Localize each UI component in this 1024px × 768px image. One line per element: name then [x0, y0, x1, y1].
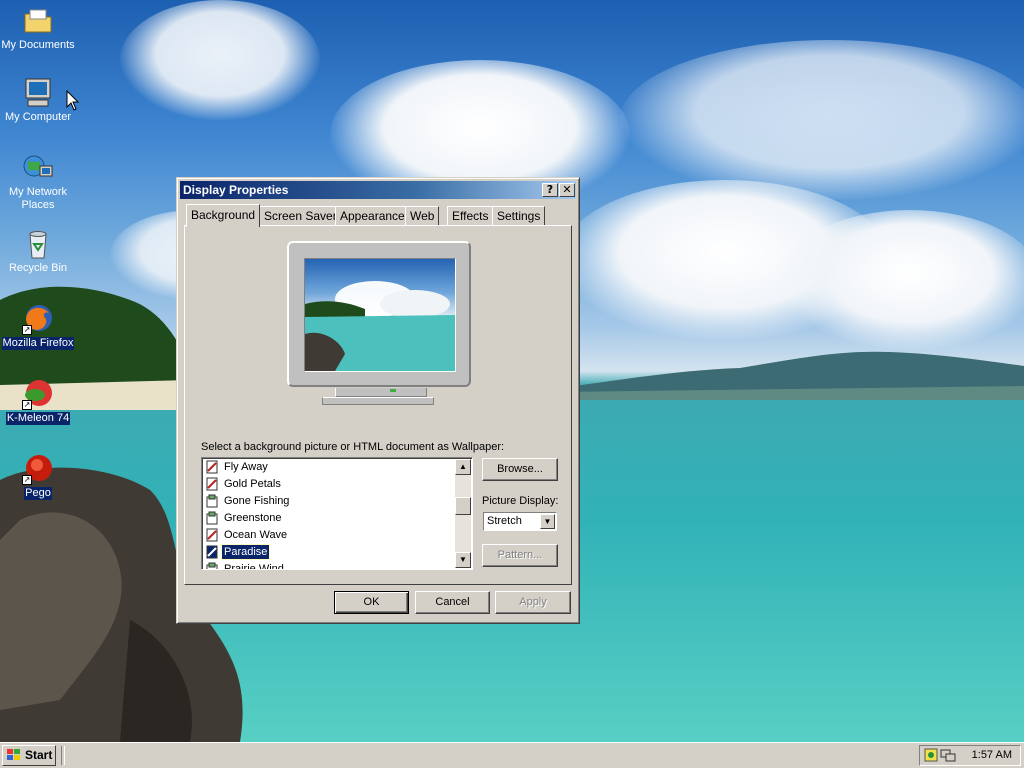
distant-hills — [560, 351, 1024, 400]
taskbar: Start 1:57 AM — [0, 742, 1024, 768]
desktop-icon-label: My Network Places — [8, 186, 68, 211]
desktop-icon-my-computer[interactable]: My Computer — [0, 77, 76, 124]
list-item[interactable]: Gone Fishing — [205, 493, 291, 510]
desktop-icon-my-network-places[interactable]: My Network Places — [0, 152, 76, 212]
shortcut-arrow-icon: ↗ — [22, 475, 32, 485]
list-item[interactable]: Greenstone — [205, 510, 283, 527]
cloud-shape — [620, 40, 1024, 200]
cloud-shape — [780, 210, 1024, 350]
desktop-icon-label: K-Meleon 74 — [5, 412, 71, 425]
wallpaper-prompt-label: Select a background picture or HTML docu… — [201, 441, 505, 453]
system-tray: 1:57 AM — [919, 745, 1021, 766]
tab-appearance[interactable]: Appearance — [335, 206, 410, 225]
windows-logo-icon — [7, 749, 20, 760]
html-document-icon — [205, 528, 219, 542]
cloud-shape — [120, 0, 320, 120]
list-item[interactable]: Prairie Wind — [205, 561, 286, 569]
folder-documents-icon — [22, 5, 54, 37]
start-label: Start — [25, 748, 53, 762]
pattern-button[interactable]: Pattern... — [482, 544, 558, 567]
desktop-icon-label: Mozilla Firefox — [1, 337, 75, 350]
k-meleon-icon: ↗ — [22, 378, 54, 410]
desktop-icon-label: My Documents — [1, 39, 75, 51]
clock: 1:57 AM — [971, 749, 1012, 761]
scroll-up-arrow-icon[interactable]: ▲ — [455, 459, 471, 475]
desktop-icon-recycle-bin[interactable]: Recycle Bin — [0, 228, 76, 275]
desktop-icon-pego[interactable]: ↗ Pego — [0, 453, 76, 500]
tab-web[interactable]: Web — [405, 206, 440, 225]
desktop-icon-mozilla-firefox[interactable]: ↗ Mozilla Firefox — [0, 303, 76, 350]
monitor-stand-base — [322, 397, 434, 405]
recycle-bin-icon — [22, 228, 54, 260]
mouse-cursor-icon — [66, 90, 80, 111]
scroll-down-arrow-icon[interactable]: ▼ — [455, 552, 471, 568]
paint-picture-icon — [205, 562, 219, 569]
tray-app-icon[interactable] — [924, 748, 938, 762]
desktop-icon-k-meleon[interactable]: ↗ K-Meleon 74 — [0, 378, 76, 425]
tab-settings[interactable]: Settings — [492, 206, 546, 225]
html-document-icon — [205, 477, 219, 491]
picture-display-value: Stretch — [487, 515, 522, 527]
chevron-down-icon[interactable]: ▼ — [540, 514, 555, 529]
desktop-icon-label: My Computer — [4, 111, 72, 123]
desktop-icon-my-documents[interactable]: My Documents — [0, 5, 76, 52]
apply-button[interactable]: Apply — [495, 591, 571, 614]
start-button[interactable]: Start — [2, 745, 56, 766]
help-button[interactable]: ? — [542, 183, 558, 197]
scroll-thumb[interactable] — [455, 497, 471, 515]
tab-screen-saver[interactable]: Screen Saver — [259, 206, 342, 225]
power-led — [390, 389, 396, 392]
shortcut-arrow-icon: ↗ — [22, 400, 32, 410]
paint-picture-icon — [205, 511, 219, 525]
shortcut-arrow-icon: ↗ — [22, 325, 32, 335]
vertical-scrollbar[interactable]: ▲ ▼ — [455, 459, 471, 568]
desktop-icon-label: Pego — [24, 487, 52, 500]
tab-background[interactable]: Background — [186, 204, 261, 227]
picture-display-select[interactable]: Stretch ▼ — [483, 512, 557, 531]
html-document-icon — [205, 545, 219, 559]
monitor-preview — [287, 241, 471, 387]
cancel-button[interactable]: Cancel — [415, 591, 490, 614]
paint-picture-icon — [205, 494, 219, 508]
close-button[interactable]: ✕ — [559, 183, 575, 197]
ok-button[interactable]: OK — [334, 591, 409, 614]
firefox-icon: ↗ — [22, 303, 54, 335]
list-item-selected[interactable]: Paradise — [205, 544, 271, 561]
network-tray-icon[interactable] — [940, 748, 956, 762]
wallpaper-preview-image — [305, 281, 455, 371]
desktop-icon-label: Recycle Bin — [8, 262, 68, 274]
title-bar[interactable]: Display Properties ? ✕ — [180, 181, 576, 199]
list-item[interactable]: Fly Away — [205, 459, 270, 476]
display-properties-dialog: Display Properties ? ✕ Background Screen… — [176, 177, 580, 624]
list-item[interactable]: Gold Petals — [205, 476, 283, 493]
taskbar-divider — [61, 746, 65, 765]
picture-display-label: Picture Display: — [482, 495, 559, 507]
pego-icon: ↗ — [22, 453, 54, 485]
window-title: Display Properties — [183, 183, 289, 197]
computer-icon — [22, 77, 54, 109]
monitor-stand-neck — [335, 388, 427, 397]
list-item[interactable]: Ocean Wave — [205, 527, 289, 544]
wallpaper-preview-screen — [304, 258, 456, 372]
tab-effects[interactable]: Effects — [447, 206, 494, 225]
html-document-icon — [205, 460, 219, 474]
wallpaper-listbox[interactable]: Fly Away Gold Petals Gone Fishing Greens… — [201, 457, 473, 570]
network-places-icon — [22, 152, 54, 184]
browse-button[interactable]: Browse... — [482, 458, 558, 481]
